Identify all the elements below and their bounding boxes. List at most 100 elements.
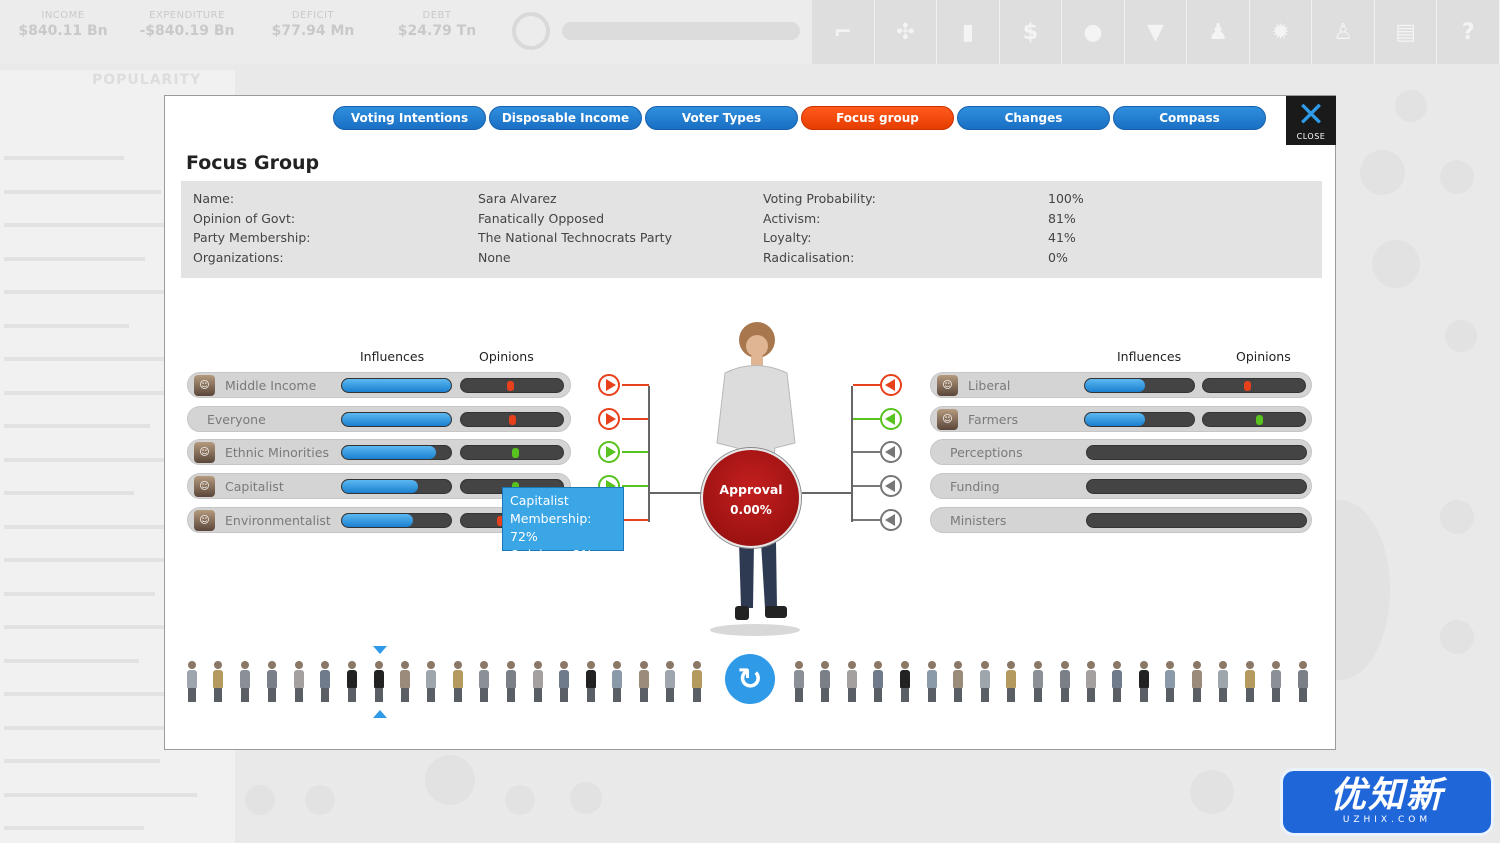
focus-group-voter-icon[interactable] (1111, 661, 1123, 703)
group-row-farmers[interactable]: ☺ Farmers (930, 405, 1312, 432)
focus-group-voter-icon[interactable] (425, 661, 437, 703)
voter-body (612, 670, 622, 688)
arrow-left-icon[interactable] (880, 407, 902, 430)
focus-group-voter-icon[interactable] (373, 661, 385, 703)
watermark-text: 优知新 (1329, 775, 1444, 816)
arrow-right-icon[interactable] (598, 374, 620, 396)
focus-group-voter-icon[interactable] (691, 661, 703, 703)
focus-group-voter-icon[interactable] (1085, 661, 1097, 703)
focus-group-voter-icon[interactable] (186, 661, 198, 703)
bg-node-icon (1360, 150, 1405, 195)
popularity-row (4, 150, 124, 160)
focus-group-voter-icon[interactable] (819, 661, 831, 703)
arrow-left-icon[interactable] (880, 508, 902, 531)
focus-group-voter-icon[interactable] (1005, 661, 1017, 703)
focus-group-voter-icon[interactable] (611, 661, 623, 703)
voter-head (188, 661, 196, 669)
arrow-left-icon[interactable] (880, 475, 902, 498)
voter-body (1165, 670, 1175, 688)
voter-body (1218, 670, 1228, 688)
focus-group-voter-icon[interactable] (1138, 661, 1150, 703)
focus-group-voter-icon[interactable] (505, 661, 517, 703)
lightbulb-icon[interactable]: ● (1062, 0, 1125, 64)
arrow-left-icon[interactable] (880, 374, 902, 396)
group-row-funding[interactable]: Funding (930, 473, 1312, 500)
focus-group-voter-icon[interactable] (399, 661, 411, 703)
trophy-icon[interactable]: ▼ (1124, 0, 1188, 64)
focus-group-voter-icon[interactable] (1244, 661, 1256, 703)
voter-legs (321, 688, 329, 702)
tab-disposable-income[interactable]: Disposable Income (489, 106, 642, 130)
chart-icon[interactable]: ▮ (937, 0, 1000, 64)
voter-body (1298, 670, 1308, 688)
tab-voting-intentions[interactable]: Voting Intentions (333, 106, 486, 130)
empty-bar (1086, 479, 1307, 495)
focus-group-voter-icon[interactable] (532, 661, 544, 703)
focus-group-voter-icon[interactable] (319, 661, 331, 703)
gear-icon[interactable]: ✹ (1249, 0, 1313, 64)
tab-changes[interactable]: Changes (957, 106, 1110, 130)
focus-group-voter-icon[interactable] (1191, 661, 1203, 703)
group-row-liberal[interactable]: ☺ Liberal (930, 372, 1312, 398)
focus-group-voter-icon[interactable] (1270, 661, 1282, 703)
group-row-everyone[interactable]: Everyone (187, 405, 571, 432)
focus-group-voter-icon[interactable] (585, 661, 597, 703)
help-icon[interactable]: ? (1437, 0, 1500, 64)
group-row-ethnic-minorities[interactable]: ☺ Ethnic Minorities (187, 439, 571, 466)
group-row-ministers[interactable]: Ministers (930, 506, 1312, 533)
focus-group-voter-icon[interactable] (266, 661, 278, 703)
focus-group-voter-icon[interactable] (452, 661, 464, 703)
person-icon[interactable]: ♙ (1312, 0, 1375, 64)
opinion-marker (1256, 414, 1264, 425)
refresh-button[interactable]: ↻ (725, 654, 775, 704)
tab-compass[interactable]: Compass (1113, 106, 1266, 130)
voter-body (426, 670, 436, 688)
document-icon[interactable]: ▤ (1374, 0, 1438, 64)
focus-group-voter-icon[interactable] (478, 661, 490, 703)
connector-segment (853, 417, 880, 420)
voter-legs (1113, 688, 1121, 702)
focus-group-voter-icon[interactable] (558, 661, 570, 703)
voter-body (873, 670, 883, 688)
focus-group-voter-icon[interactable] (1217, 661, 1229, 703)
focus-group-voter-icon[interactable] (1164, 661, 1176, 703)
focus-group-voter-icon[interactable] (1297, 661, 1309, 703)
focus-group-voter-icon[interactable] (899, 661, 911, 703)
focus-group-voter-icon[interactable] (664, 661, 676, 703)
info-labels-right-item: Loyalty: (763, 230, 812, 245)
gun-icon[interactable]: ⌐ (812, 0, 875, 64)
close-button[interactable]: ✕ CLOSE (1286, 96, 1336, 145)
arrow-left-icon[interactable] (880, 441, 902, 464)
tab-focus-group[interactable]: Focus group (801, 106, 954, 130)
focus-group-voter-icon[interactable] (926, 661, 938, 703)
popularity-row (4, 351, 166, 361)
voter-body (1271, 670, 1281, 688)
deficit-stat: DEFICIT $77.94 Mn (258, 10, 368, 39)
group-row-perceptions[interactable]: Perceptions (930, 439, 1312, 466)
voter-head (821, 661, 829, 669)
focus-group-voter-icon[interactable] (293, 661, 305, 703)
approval-label: Approval (719, 482, 783, 497)
focus-group-voter-icon[interactable] (239, 661, 251, 703)
tab-voter-types[interactable]: Voter Types (645, 106, 798, 130)
voter-legs (507, 688, 515, 702)
focus-group-voter-icon[interactable] (793, 661, 805, 703)
focus-group-voter-icon[interactable] (872, 661, 884, 703)
clock-icon[interactable] (512, 12, 550, 50)
focus-group-voter-icon[interactable] (979, 661, 991, 703)
group-row-middle-income[interactable]: ☺ Middle Income (187, 372, 571, 398)
puzzle-icon[interactable]: ✣ (874, 0, 938, 64)
focus-group-voter-icon[interactable] (1059, 661, 1071, 703)
focus-group-voter-icon[interactable] (1032, 661, 1044, 703)
focus-group-voter-icon[interactable] (212, 661, 224, 703)
arrow-right-icon[interactable] (598, 407, 620, 430)
focus-group-voter-icon[interactable] (846, 661, 858, 703)
arrow-right-icon[interactable] (598, 441, 620, 464)
focus-group-voter-icon[interactable] (638, 661, 650, 703)
dollar-icon[interactable]: $ (999, 0, 1063, 64)
focus-group-voter-icon[interactable] (346, 661, 358, 703)
voter-head (1219, 661, 1227, 669)
voter-legs (928, 688, 936, 702)
people-icon[interactable]: ♟ (1187, 0, 1250, 64)
focus-group-voter-icon[interactable] (952, 661, 964, 703)
